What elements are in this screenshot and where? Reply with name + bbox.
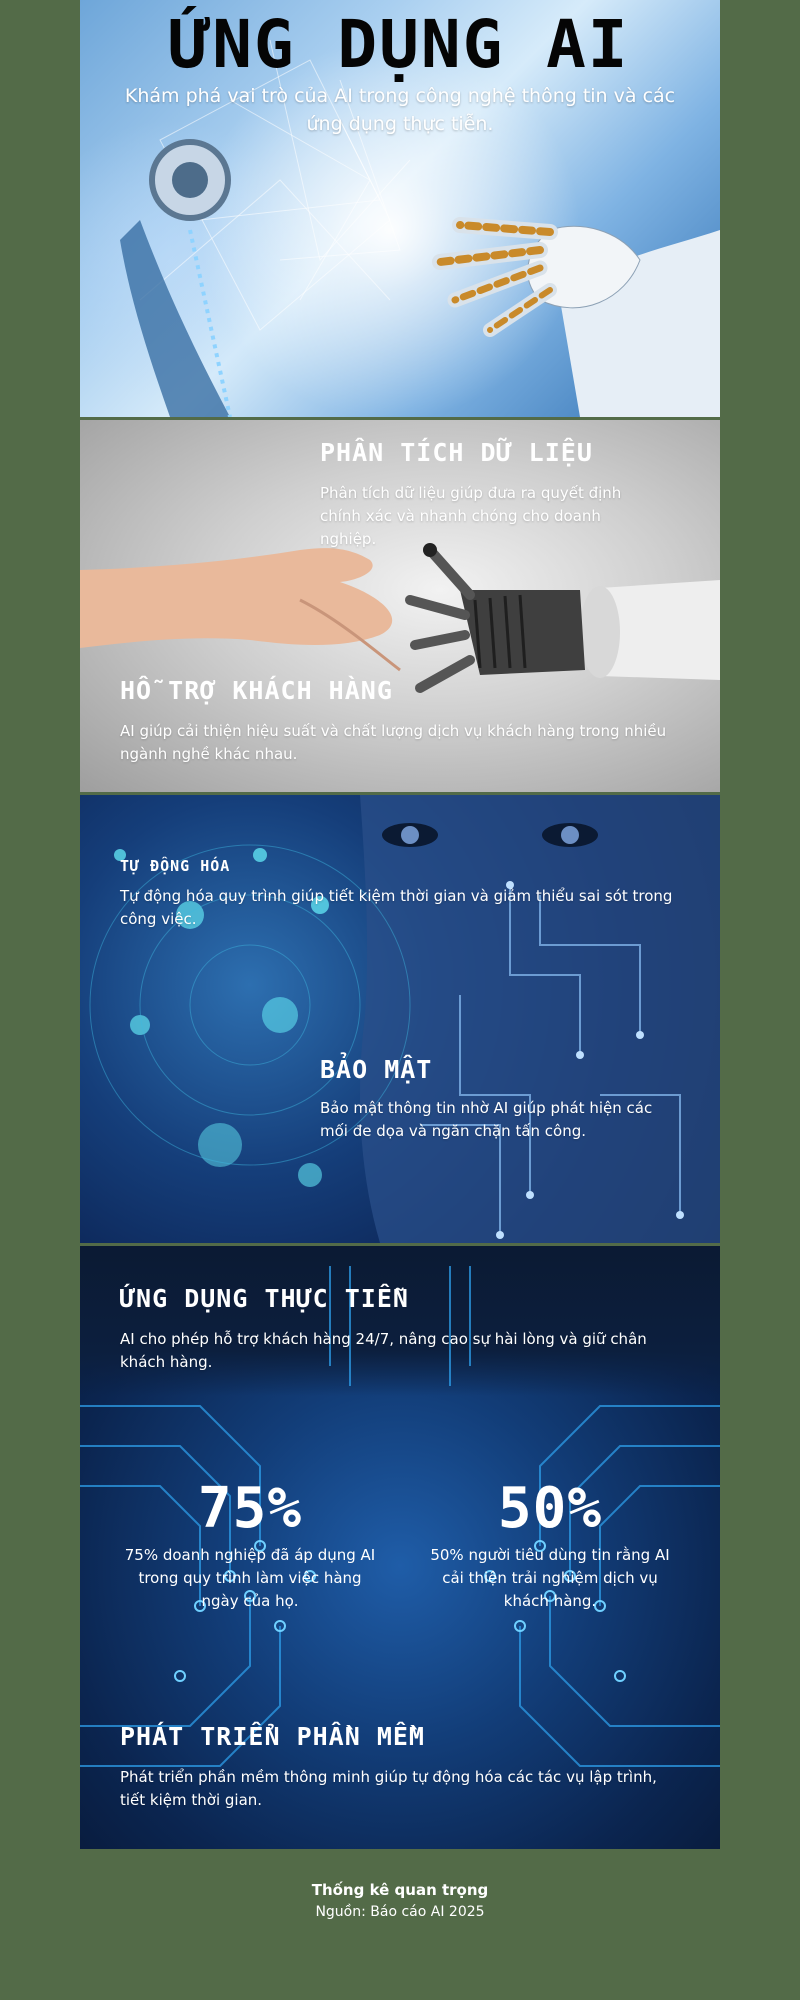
stat-value: 75% <box>197 1476 303 1541</box>
customer-support-heading: HỖ TRỢ KHÁCH HÀNG <box>120 676 393 705</box>
footer-title: Thống kê quan trọng <box>311 1881 489 1899</box>
customer-support-text: AI giúp cải thiện hiệu suất và chất lượn… <box>120 722 667 763</box>
neural-face-section: TỰ ĐỘNG HÓA Tự động hóa quy trình giúp t… <box>80 795 720 1243</box>
footer-source: Nguồn: Báo cáo AI 2025 <box>315 1904 485 1920</box>
page-subtitle: Khám phá vai trò của AI trong công nghệ … <box>124 85 676 135</box>
page-title: ỨNG DỤNG AI <box>170 6 630 83</box>
security-text: Bảo mật thông tin nhờ AI giúp phát hiện … <box>320 1099 653 1140</box>
circuit-stats-section: ỨNG DỤNG THỰC TIỄN AI cho phép hỗ trợ kh… <box>80 1246 720 1849</box>
automation-heading: TỰ ĐỘNG HÓA <box>120 857 231 875</box>
stat-description: 50% người tiêu dùng tin rằng AI cải thiệ… <box>430 1546 670 1610</box>
software-heading: PHÁT TRIỂN PHẦN MỀM <box>120 1722 425 1751</box>
automation-text: Tự động hóa quy trình giúp tiết kiệm thờ… <box>120 887 673 928</box>
infographic: ỨNG DỤNG AI Khám phá vai trò của AI tron… <box>80 0 720 1849</box>
data-analysis-heading: PHÂN TÍCH DỮ LIỆU <box>320 438 593 467</box>
practical-heading: ỨNG DỤNG THỰC TIỄN <box>120 1284 409 1313</box>
practical-text: AI cho phép hỗ trợ khách hàng 24/7, nâng… <box>120 1330 647 1371</box>
security-heading: BẢO MẬT <box>320 1055 433 1084</box>
handshake-section: PHÂN TÍCH DỮ LIỆU Phân tích dữ liệu giúp… <box>80 420 720 792</box>
stat-value: 50% <box>497 1476 603 1541</box>
hero-section: ỨNG DỤNG AI Khám phá vai trò của AI tron… <box>80 0 720 417</box>
stat-description: 75% doanh nghiệp đã áp dụng AI trong quy… <box>124 1546 376 1610</box>
data-analysis-text: Phân tích dữ liệu giúp đưa ra quyết định… <box>320 484 622 548</box>
software-text: Phát triển phần mềm thông minh giúp tự đ… <box>120 1768 657 1809</box>
